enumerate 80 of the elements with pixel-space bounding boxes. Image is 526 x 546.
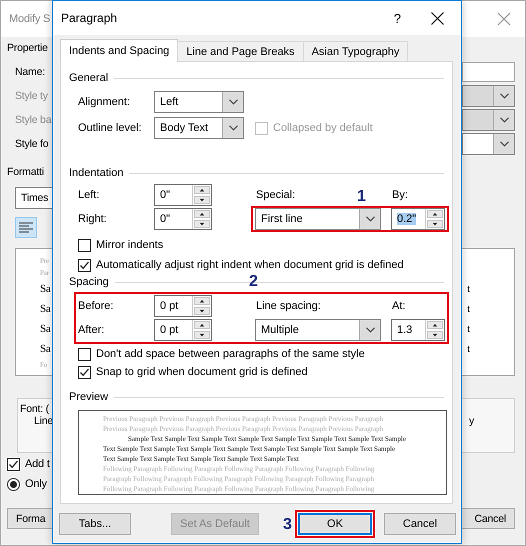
tab[interactable]: Asian Typography	[302, 41, 408, 61]
checkbox-label: Mirror indents	[96, 239, 164, 251]
radio-label: Only	[25, 478, 47, 490]
tab[interactable]: Indents and Spacing	[60, 39, 178, 62]
close-icon[interactable]	[431, 12, 444, 24]
field-label: After:	[78, 324, 106, 336]
spin-box[interactable]: 0.2"	[391, 208, 445, 230]
help-button[interactable]: ?	[394, 10, 401, 26]
section-heading: Spacing	[69, 276, 109, 288]
preview-text: Sa	[40, 283, 51, 295]
preview-text: Sa	[40, 303, 51, 315]
field-label: Line spacing:	[256, 300, 321, 312]
preview-text: t	[467, 323, 470, 335]
spin-box[interactable]: 1.3	[391, 319, 445, 341]
dropdown[interactable]	[462, 85, 515, 107]
checkbox[interactable]	[78, 348, 91, 360]
step-number: 3	[283, 516, 292, 534]
description-text: y	[468, 415, 474, 427]
checkbox-label: Add t	[25, 458, 50, 470]
chevron-icon	[228, 99, 238, 105]
field-label: Outline level:	[78, 122, 143, 134]
field-label: By:	[392, 189, 408, 201]
field-label: At:	[392, 300, 406, 312]
field-label: Name:	[15, 66, 45, 78]
tabs-button[interactable]: Tabs...	[59, 513, 131, 535]
chevron-icon	[500, 93, 508, 99]
spin-box[interactable]: 0"	[154, 184, 212, 206]
spin-box[interactable]: 0 pt	[154, 319, 212, 341]
preview-text: t	[467, 283, 470, 295]
dropdown[interactable]: Body Text	[154, 117, 244, 139]
chevron-icon	[500, 117, 508, 123]
field-label: Special:	[256, 189, 296, 201]
step-number: 1	[357, 188, 366, 206]
section-heading: General	[69, 72, 108, 84]
chevron-icon	[228, 125, 238, 131]
tab[interactable]: Line and Page Breaks	[177, 41, 304, 61]
window-title: Modify S	[9, 13, 50, 25]
field-label: Right:	[78, 213, 108, 225]
chevron-icon	[366, 327, 374, 333]
checkbox[interactable]	[7, 458, 20, 470]
chevron-icon	[500, 141, 508, 147]
dropdown[interactable]	[462, 133, 515, 155]
description-text: Font: (	[20, 403, 49, 415]
preview-text: Sa	[40, 343, 51, 355]
checkbox-label: Collapsed by default	[273, 122, 373, 134]
checkbox[interactable]	[78, 366, 91, 378]
preview-text: Sa	[40, 323, 51, 335]
chevron-icon	[366, 216, 374, 222]
checkbox[interactable]	[78, 238, 91, 252]
checkbox[interactable]	[78, 258, 91, 272]
section-heading: Indentation	[69, 167, 124, 179]
align-left-icon	[19, 222, 33, 233]
section-heading: Preview	[69, 391, 108, 403]
ok-button[interactable]: OK	[298, 513, 372, 535]
preview-text: t	[467, 303, 470, 315]
checkbox-label: Automatically adjust right indent when document grid is defined	[96, 259, 404, 271]
spin-box[interactable]: 0"	[154, 208, 212, 230]
dropdown[interactable]: Multiple	[255, 319, 381, 341]
checkbox-label: Snap to grid when document grid is defined	[96, 366, 308, 378]
dropdown[interactable]: Left	[154, 91, 244, 113]
text-field[interactable]	[462, 62, 515, 82]
field-label: Left:	[78, 189, 100, 201]
dropdown[interactable]: First line	[255, 208, 381, 230]
description-text: Line	[34, 415, 54, 427]
field-label: Before:	[78, 300, 114, 312]
preview-text: t	[467, 343, 470, 355]
field-label: Alignment:	[78, 96, 131, 108]
field-label: Style ba	[15, 114, 52, 126]
section-heading: Propertie	[7, 42, 48, 54]
section-heading: Formatti	[7, 166, 44, 178]
radio-button[interactable]	[7, 478, 20, 490]
cancel-button[interactable]: Cancel	[384, 513, 456, 535]
align-left-button[interactable]	[15, 217, 37, 238]
spin-box[interactable]: 0 pt	[154, 295, 212, 317]
field-label: Style ty	[15, 90, 48, 102]
window-title: Paragraph	[61, 11, 118, 25]
checkbox-label: Don't add space between paragraphs of the same style	[96, 348, 365, 360]
field-label: Style fo	[15, 138, 48, 150]
step-number: 2	[249, 273, 258, 291]
dropdown[interactable]	[462, 109, 515, 131]
